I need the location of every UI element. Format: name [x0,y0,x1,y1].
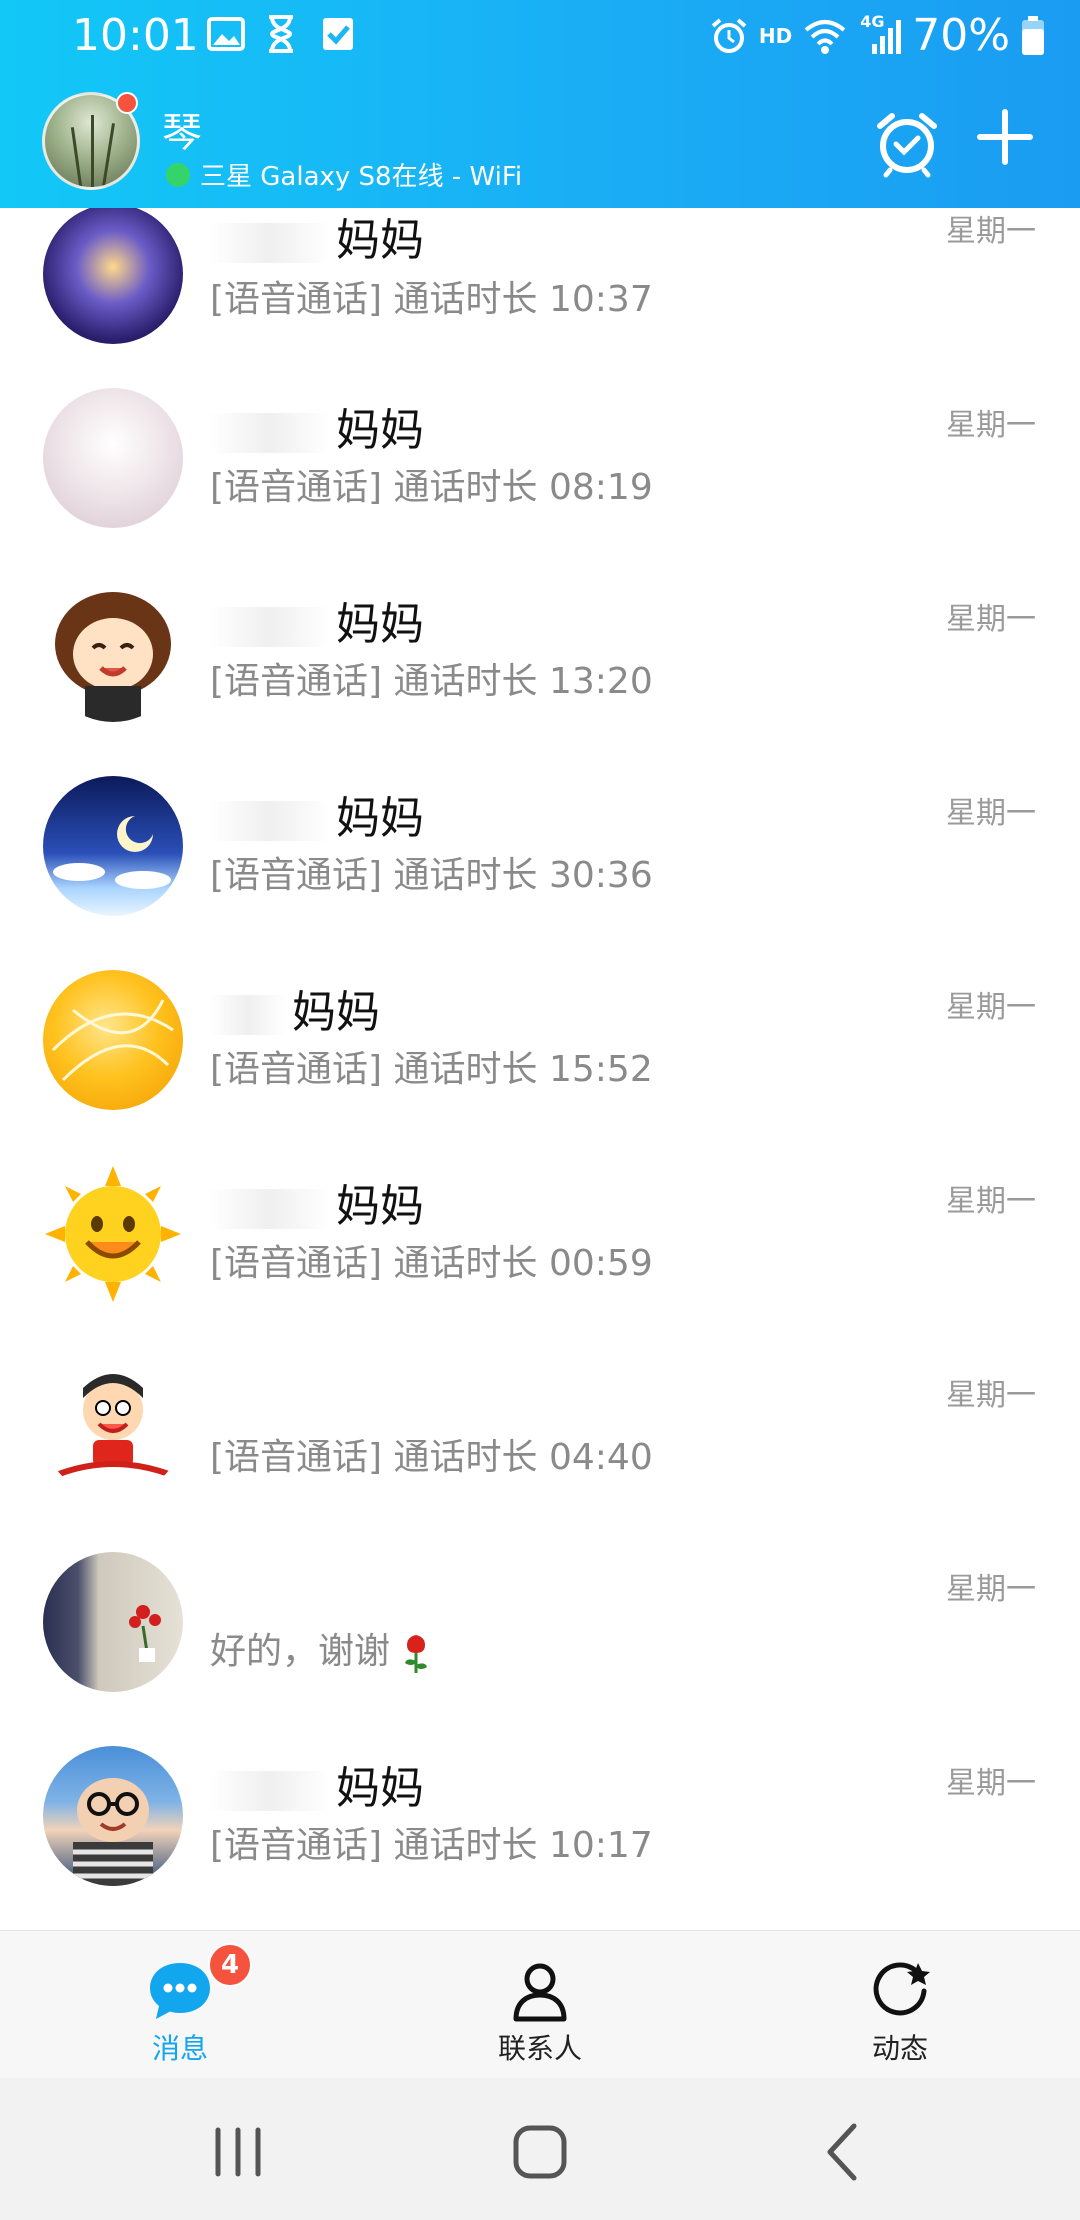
conversation-item[interactable]: 妈妈 [语音通话] 通话时长 10:17 星期一 [0,1730,1080,1924]
message-time: 星期一 [946,990,1036,1025]
contact-avatar [43,970,183,1110]
tab-messages-label: 消息 [151,2032,208,2065]
contact-name: 妈妈 [210,1170,424,1234]
home-icon[interactable] [500,2112,580,2192]
contact-avatar [43,582,183,722]
rose-emoji-icon [405,1635,428,1673]
message-time: 星期一 [946,796,1036,831]
contact-name: 妈妈 [210,1752,424,1816]
message-preview: [语音通话] 通话时长 00:59 [210,1243,653,1284]
add-icon[interactable] [976,108,1034,166]
gallery-icon [207,17,245,51]
conversation-item[interactable]: 妈妈 [语音通话] 通话时长 08:19 星期一 [0,372,1080,566]
message-time: 星期一 [946,1184,1036,1219]
tab-contacts[interactable]: 联系人 [440,1931,640,2079]
bottom-tab-bar: 4 消息 联系人 动态 [0,1930,1080,2078]
contact-avatar [43,1164,183,1304]
message-time: 星期一 [946,408,1036,443]
back-icon[interactable] [802,2112,882,2192]
task-check-icon [323,18,353,50]
conversation-item[interactable]: 妈妈 [语音通话] 通话时长 15:52 星期一 [0,954,1080,1148]
hourglass-icon [269,15,293,53]
cellular-signal-icon: 4G [858,12,902,56]
chat-bubble-icon [150,1963,210,2019]
app-header: 10:01 HD 4G 70% 琴 三星 Galaxy S8在线 - WiFi [0,0,1080,208]
profile-name[interactable]: 琴 [162,100,202,158]
contact-name: 妈妈 [210,208,424,268]
contact-avatar [43,1358,183,1498]
tab-moments[interactable]: 动态 [800,1931,1000,2079]
hd-label: HD [758,23,793,48]
message-time: 星期一 [946,1572,1036,1607]
status-bar: 10:01 HD 4G 70% [0,0,1080,74]
conversation-list: 妈妈 [语音通话] 通话时长 10:37 星期一 妈妈 [语音通话] 通话时长 … [0,208,1080,1930]
recent-apps-icon[interactable] [198,2112,278,2192]
message-time: 星期一 [946,1766,1036,1801]
conversation-item[interactable]: [语音通话] 通话时长 04:40 星期一 [0,1342,1080,1536]
contact-avatar [43,208,183,344]
status-right: HD 4G 70% [709,10,1046,61]
profile-status[interactable]: 三星 Galaxy S8在线 - WiFi [200,156,522,193]
contact-name: 妈妈 [210,394,424,458]
contact-name: 妈妈 [210,976,380,1040]
system-nav-bar [0,2078,1080,2220]
message-preview: 好的，谢谢 [210,1622,431,1675]
contact-avatar [43,388,183,528]
contact-avatar [43,776,183,916]
message-preview: [语音通话] 通话时长 13:20 [210,661,653,702]
conversation-item[interactable]: 妈妈 [语音通话] 通话时长 13:20 星期一 [0,566,1080,760]
message-preview: [语音通话] 通话时长 08:19 [210,467,653,508]
conversation-item[interactable]: 妈妈 [语音通话] 通话时长 00:59 星期一 [0,1148,1080,1342]
contact-name: 妈妈 [210,588,424,652]
unread-badge: 4 [208,1943,252,1987]
wifi-icon [804,19,846,54]
battery-icon [1022,15,1044,55]
alarm-clock-icon[interactable] [872,108,942,178]
tab-messages[interactable]: 4 消息 [80,1931,280,2079]
message-time: 星期一 [946,602,1036,637]
person-icon [513,1963,567,2022]
message-preview: [语音通话] 通话时长 04:40 [210,1437,653,1478]
tab-contacts-label: 联系人 [497,2032,582,2065]
conversation-item[interactable]: 妈妈 [语音通话] 通话时长 10:37 星期一 [0,208,1080,372]
tab-moments-label: 动态 [871,2032,928,2065]
message-preview: [语音通话] 通话时长 30:36 [210,855,653,896]
message-time: 星期一 [946,214,1036,249]
status-time: 10:01 [72,10,199,61]
conversation-item[interactable]: 好的，谢谢 星期一 [0,1536,1080,1730]
battery-percent: 70% [912,10,1010,61]
contact-name: 妈妈 [210,782,424,846]
notification-dot [116,92,138,114]
contact-avatar [43,1746,183,1886]
online-status-dot [166,163,190,187]
message-preview: [语音通话] 通话时长 10:37 [210,279,653,320]
message-time: 星期一 [946,1378,1036,1413]
refresh-star-icon [873,1962,930,2016]
message-preview: [语音通话] 通话时长 10:17 [210,1825,653,1866]
conversation-item[interactable]: 妈妈 [语音通话] 通话时长 30:36 星期一 [0,760,1080,954]
alarm-icon [711,17,747,53]
contact-avatar [43,1552,183,1692]
message-preview: [语音通话] 通话时长 15:52 [210,1049,653,1090]
